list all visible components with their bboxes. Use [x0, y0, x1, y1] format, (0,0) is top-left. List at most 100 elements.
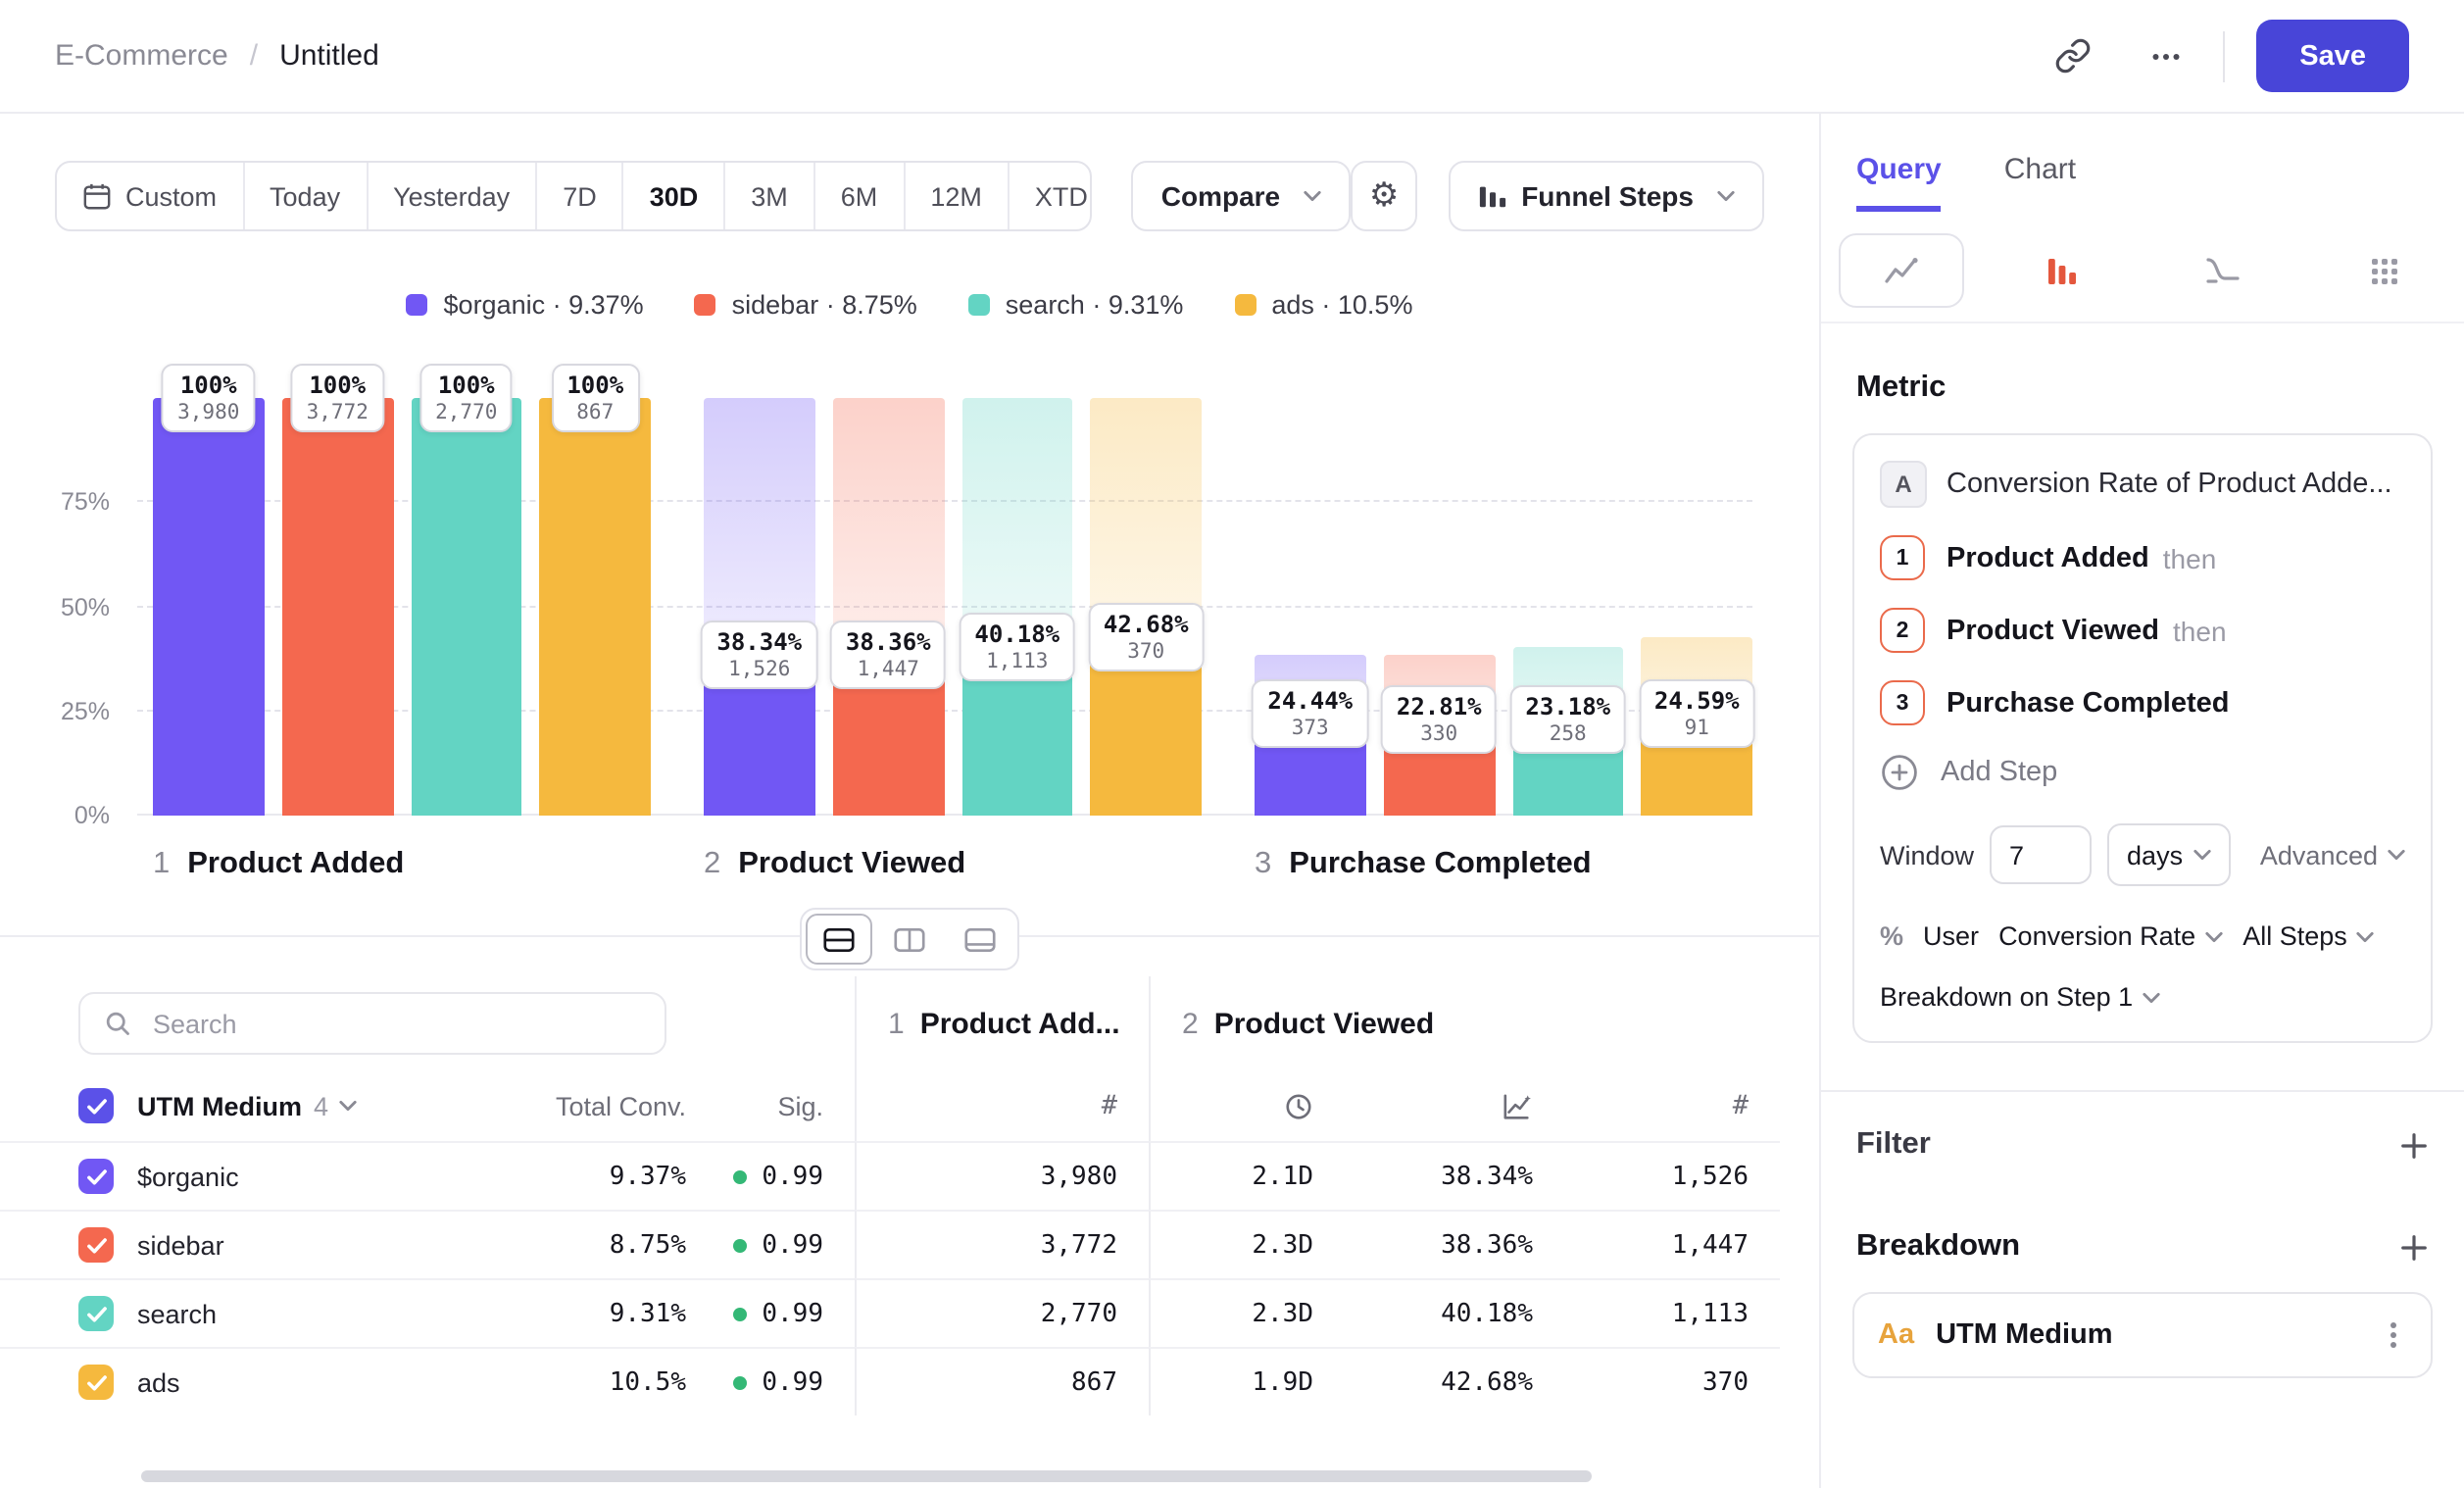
- bar-count-label: 1,447: [846, 659, 931, 682]
- date-range-xtd[interactable]: XTD: [1008, 163, 1093, 229]
- breadcrumb-parent[interactable]: E-Commerce: [55, 39, 228, 73]
- funnel-bar[interactable]: 100%3,772: [282, 398, 394, 816]
- funnel-bar[interactable]: 100%3,980: [153, 398, 265, 816]
- add-filter-button[interactable]: [2399, 1130, 2429, 1160]
- table-row-label-cell[interactable]: ads: [0, 1347, 470, 1416]
- metric-title-row[interactable]: A Conversion Rate of Product Adde...: [1880, 461, 2405, 508]
- chart-settings-button[interactable]: ⚙: [1351, 161, 1417, 231]
- date-range-3m[interactable]: 3M: [723, 163, 813, 229]
- tab-chart[interactable]: Chart: [2004, 153, 2076, 212]
- legend-item-search[interactable]: search · 9.31%: [968, 290, 1184, 320]
- row-checkbox[interactable]: [78, 1227, 114, 1263]
- step-name-label: Product Viewed: [738, 847, 965, 880]
- funnel-bar[interactable]: 38.34%1,526: [704, 398, 815, 816]
- funnel-bar[interactable]: 38.36%1,447: [833, 398, 945, 816]
- table-row-label-cell[interactable]: sidebar: [0, 1210, 470, 1278]
- funnel-bar[interactable]: 23.18%258: [1512, 398, 1624, 816]
- date-range-today[interactable]: Today: [242, 163, 366, 229]
- retention-curve-icon: [2162, 235, 2284, 306]
- bar-solid[interactable]: [282, 398, 394, 816]
- table-row-label-cell[interactable]: $organic: [0, 1141, 470, 1210]
- window-unit-select[interactable]: days: [2107, 823, 2230, 886]
- breakdown-on-step-select[interactable]: Breakdown on Step 1: [1880, 982, 2405, 1012]
- step2-time-cell: 2.3D: [1149, 1210, 1345, 1278]
- search-box[interactable]: [78, 992, 666, 1055]
- kebab-vertical-icon[interactable]: [2380, 1319, 2407, 1351]
- funnel-bar[interactable]: 42.68%370: [1091, 398, 1203, 816]
- step2-time-cell: 2.1D: [1149, 1141, 1345, 1210]
- funnel-bar[interactable]: 24.44%373: [1255, 398, 1366, 816]
- dock-bottom-icon: [964, 926, 996, 952]
- metric-step-1[interactable]: 1Product Addedthen: [1880, 535, 2405, 580]
- share-link-button[interactable]: [2039, 25, 2105, 87]
- date-range-7d[interactable]: 7D: [535, 163, 622, 229]
- step2-count-header[interactable]: #: [1564, 1070, 1780, 1141]
- date-range-12m[interactable]: 12M: [903, 163, 1008, 229]
- funnel-bar[interactable]: 40.18%1,113: [961, 398, 1073, 816]
- breadcrumb-current[interactable]: Untitled: [279, 39, 379, 73]
- step2-pct-header[interactable]: [1345, 1070, 1564, 1141]
- date-range-6m[interactable]: 6M: [813, 163, 904, 229]
- split-vertical-icon: [894, 926, 925, 952]
- step2-time-header[interactable]: [1149, 1070, 1345, 1141]
- step1-count-header[interactable]: #: [855, 1070, 1149, 1141]
- date-range-label: XTD: [1035, 181, 1088, 211]
- step-number: 3: [1255, 847, 1271, 880]
- compare-label: Compare: [1161, 180, 1280, 212]
- bar-pct-label: 22.81%: [1397, 694, 1482, 721]
- sig-value: 0.99: [762, 1299, 823, 1328]
- save-button[interactable]: Save: [2256, 20, 2409, 92]
- advanced-toggle[interactable]: Advanced: [2260, 840, 2405, 869]
- bar-solid[interactable]: [411, 398, 522, 816]
- chart-type-line-tab[interactable]: [1821, 231, 1982, 310]
- bar-solid[interactable]: [540, 398, 652, 816]
- gear-icon: ⚙: [1369, 176, 1400, 216]
- bar-solid[interactable]: [153, 398, 265, 816]
- layout-dock-bottom-button[interactable]: [947, 914, 1013, 965]
- conversion-entity[interactable]: User: [1923, 921, 1979, 951]
- panel-tabs: Query Chart: [1821, 114, 2464, 212]
- step2-pct-cell: 38.34%: [1345, 1141, 1564, 1210]
- legend-item-ads[interactable]: ads · 10.5%: [1234, 290, 1412, 320]
- more-options-button[interactable]: [2133, 25, 2199, 87]
- date-range-30d[interactable]: 30D: [622, 163, 724, 229]
- funnel-steps-view-button[interactable]: Funnel Steps: [1449, 161, 1764, 231]
- window-value-input[interactable]: [1990, 825, 2092, 884]
- funnel-bar[interactable]: 100%867: [540, 398, 652, 816]
- chart-type-funnel-tab[interactable]: [1982, 231, 2143, 310]
- select-all-checkbox[interactable]: [78, 1088, 114, 1123]
- add-step-button[interactable]: Add Step: [1880, 753, 2405, 792]
- horizontal-scrollbar[interactable]: [141, 1470, 1592, 1482]
- layout-split-vertical-button[interactable]: [876, 914, 943, 965]
- row-checkbox[interactable]: [78, 1296, 114, 1331]
- funnel-bar[interactable]: 100%2,770: [411, 398, 522, 816]
- layout-split-horizontal-button[interactable]: [806, 914, 872, 965]
- group-column-header[interactable]: UTM Medium 4: [0, 1070, 470, 1141]
- compare-button[interactable]: Compare: [1132, 161, 1351, 231]
- conversion-measure-select[interactable]: Conversion Rate: [1998, 921, 2223, 951]
- legend-item-sidebar[interactable]: sidebar · 8.75%: [695, 290, 917, 320]
- add-breakdown-button[interactable]: [2399, 1232, 2429, 1262]
- chart-type-grid-tab[interactable]: [2303, 231, 2464, 310]
- row-checkbox[interactable]: [78, 1159, 114, 1194]
- table-row-label-cell[interactable]: search: [0, 1278, 470, 1347]
- app-window: E-Commerce / Untitled Save CustomTodayYe…: [0, 0, 2464, 1490]
- metric-step-2[interactable]: 2Product Viewedthen: [1880, 608, 2405, 653]
- conversion-scope-select[interactable]: All Steps: [2242, 921, 2375, 951]
- date-range-custom[interactable]: Custom: [57, 163, 242, 229]
- total-conv-header[interactable]: Total Conv.: [470, 1070, 686, 1141]
- sig-header[interactable]: Sig.: [686, 1070, 855, 1141]
- funnel-bar[interactable]: 24.59%91: [1642, 398, 1753, 816]
- chart-type-retention-tab[interactable]: [2143, 231, 2303, 310]
- metric-step-3[interactable]: 3Purchase Completed: [1880, 680, 2405, 725]
- funnel-bar[interactable]: 22.81%330: [1384, 398, 1496, 816]
- date-range-yesterday[interactable]: Yesterday: [366, 163, 535, 229]
- tab-query[interactable]: Query: [1856, 153, 1942, 212]
- legend-item-organic[interactable]: $organic · 9.37%: [407, 290, 644, 320]
- breakdown-item[interactable]: Aa UTM Medium: [1852, 1292, 2433, 1378]
- y-axis-label: 0%: [74, 802, 110, 829]
- chart-legend: $organic · 9.37% sidebar · 8.75% search · …: [0, 290, 1819, 320]
- bar-pct-label: 40.18%: [974, 621, 1060, 649]
- search-input[interactable]: [149, 1007, 641, 1040]
- row-checkbox[interactable]: [78, 1365, 114, 1400]
